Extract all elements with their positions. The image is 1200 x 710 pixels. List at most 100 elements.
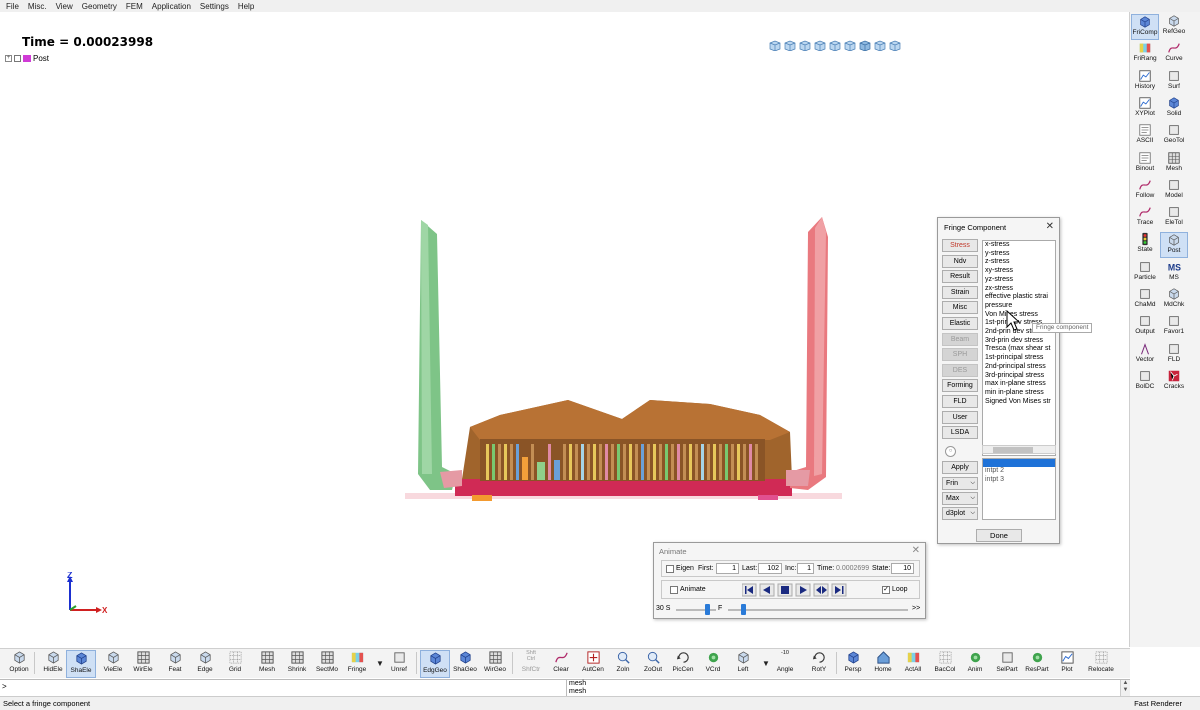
speed-slider-handle[interactable] xyxy=(705,604,710,615)
intpt-item[interactable]: intpt 3 xyxy=(983,476,1055,485)
toolbar-respart-button[interactable]: ResPart xyxy=(1022,650,1052,678)
command-input[interactable]: > xyxy=(2,682,562,693)
loop-checkbox[interactable]: ✓ xyxy=(882,586,890,594)
category-forming-button[interactable]: Forming xyxy=(942,379,978,393)
toolbar-anim-button[interactable]: Anim xyxy=(960,650,990,678)
toolbar-mdchk-button[interactable]: MdChk xyxy=(1160,287,1188,313)
toolbar-wirele-button[interactable]: WirEle xyxy=(128,650,158,678)
toolbar-relocate-button[interactable]: Relocate xyxy=(1086,650,1116,678)
component-list-item[interactable]: Tresca (max shear st xyxy=(983,345,1055,354)
category-user-button[interactable]: User xyxy=(942,410,978,424)
toolbar-sectmo-button[interactable]: SectMo xyxy=(312,650,342,678)
toolbar-follow-button[interactable]: Follow xyxy=(1131,178,1159,204)
toolbar-plot-button[interactable]: Plot xyxy=(1052,650,1082,678)
toolbar-vieele-button[interactable]: VieEle xyxy=(98,650,128,678)
toolbar-hidele-button[interactable]: HidEle xyxy=(38,650,68,678)
circle-icon[interactable]: ○ xyxy=(945,446,956,457)
toolbar-shageo-button[interactable]: ShaGeo xyxy=(450,650,480,678)
category-misc-button[interactable]: Misc xyxy=(942,301,978,315)
intpt-list[interactable]: intpt 2 intpt 3 xyxy=(982,458,1056,520)
step-back-icon[interactable] xyxy=(759,583,775,597)
component-list-item[interactable]: x-stress xyxy=(983,241,1055,250)
toolbar-favor1-button[interactable]: Favor1 xyxy=(1160,314,1188,340)
first-frame-icon[interactable] xyxy=(742,583,757,597)
menu-file[interactable]: File xyxy=(6,2,19,11)
source-select[interactable]: d3plot ⌵ xyxy=(942,507,978,520)
toolbar-grid-button[interactable]: Grid xyxy=(220,650,250,678)
frame-slider-handle[interactable] xyxy=(741,604,746,615)
play-icon[interactable] xyxy=(795,583,811,597)
close-icon[interactable]: ✕ xyxy=(1046,221,1054,232)
toolbar-particle-button[interactable]: Particle xyxy=(1131,260,1159,286)
menu-application[interactable]: Application xyxy=(152,2,191,11)
component-list-item[interactable]: 2nd-principal stress xyxy=(983,363,1055,372)
component-list-item[interactable]: zx-stress xyxy=(983,285,1055,294)
first-field[interactable]: 1 xyxy=(716,563,739,574)
toolbar-cracks-button[interactable]: Cracks xyxy=(1160,369,1188,395)
component-list-item[interactable]: max in-plane stress xyxy=(983,380,1055,389)
toolbar-fricomp-button[interactable]: FriComp xyxy=(1131,14,1159,40)
component-list-item[interactable]: y-stress xyxy=(983,250,1055,259)
toolbar-option-button[interactable]: Option xyxy=(4,650,34,678)
toolbar-vector-button[interactable]: Vector xyxy=(1131,342,1159,368)
toolbar-feat-button[interactable]: Feat xyxy=(160,650,190,678)
toolbar-angle-button[interactable]: -10 Angle xyxy=(770,650,800,678)
toolbar-trace-button[interactable]: Trace xyxy=(1131,205,1159,231)
category-fld-button[interactable]: FLD xyxy=(942,395,978,408)
toolbar-fringe-button[interactable]: Fringe xyxy=(342,650,372,678)
toolbar-piccen-button[interactable]: PicCen xyxy=(668,650,698,678)
category-stress-button[interactable]: Stress xyxy=(942,239,978,252)
menu-fem[interactable]: FEM xyxy=(126,2,143,11)
toolbar-actall-button[interactable]: ActAll xyxy=(898,650,928,678)
toolbar-solid-button[interactable]: Solid xyxy=(1160,96,1188,122)
toolbar-shrink-button[interactable]: Shrink xyxy=(282,650,312,678)
component-list-item[interactable]: min in-plane stress xyxy=(983,389,1055,398)
view-dropdown-icon[interactable]: ▼ xyxy=(762,659,770,668)
toolbar-post-button[interactable]: Post xyxy=(1160,232,1188,259)
toolbar-surf-button[interactable]: Surf xyxy=(1160,69,1188,95)
component-list-item[interactable]: xy-stress xyxy=(983,267,1055,276)
toolbar-history-button[interactable]: History xyxy=(1131,69,1159,95)
toolbar-home-button[interactable]: Home xyxy=(868,650,898,678)
intpt-item[interactable]: intpt 2 xyxy=(983,467,1055,476)
last-frame-icon[interactable] xyxy=(831,583,847,597)
category-lsda-button[interactable]: LSDA xyxy=(942,426,978,440)
toolbar-mesh-button[interactable]: Mesh xyxy=(252,650,282,678)
menu-view[interactable]: View xyxy=(56,2,73,11)
fringe-dropdown-icon[interactable]: ▼ xyxy=(376,659,384,668)
toolbar-chamd-button[interactable]: ChaMd xyxy=(1131,287,1159,313)
category-result-button[interactable]: Result xyxy=(942,270,978,284)
inc-field[interactable]: 1 xyxy=(797,563,814,574)
component-list[interactable]: x-stress y-stress z-stress xy-stress yz-stre… xyxy=(982,240,1056,456)
toolbar-eletol-button[interactable]: EleTol xyxy=(1160,205,1188,231)
toolbar-autcen-button[interactable]: AutCen xyxy=(578,650,608,678)
state-field[interactable]: 10 xyxy=(891,563,914,574)
eigen-checkbox[interactable] xyxy=(666,565,674,573)
toolbar-ms-button[interactable]: MS MS xyxy=(1160,260,1188,286)
apply-button[interactable]: Apply xyxy=(942,461,978,474)
fringe-type-select[interactable]: Frin ⌵ xyxy=(942,477,978,490)
component-list-item[interactable]: Signed Von Mises str xyxy=(983,398,1055,407)
toolbar-shfctr-button[interactable]: Shft Ctrl ShfCtr xyxy=(516,650,546,678)
bounce-icon[interactable] xyxy=(813,583,829,597)
done-button[interactable]: Done xyxy=(976,529,1022,542)
toolbar-zoout-button[interactable]: ZoOut xyxy=(638,650,668,678)
toolbar-fld-button[interactable]: FLD xyxy=(1160,342,1188,368)
category-strain-button[interactable]: Strain xyxy=(942,285,978,299)
toolbar-vcrd-button[interactable]: VCrd xyxy=(698,650,728,678)
toolbar-edggeo-button[interactable]: EdgGeo xyxy=(420,650,450,678)
menu-geometry[interactable]: Geometry xyxy=(82,2,117,11)
toolbar-xyplot-button[interactable]: XYPlot xyxy=(1131,96,1159,122)
max-select[interactable]: Max ⌵ xyxy=(942,492,978,505)
toolbar-unref-button[interactable]: Unref xyxy=(384,650,414,678)
component-list-item[interactable]: 1st-principal stress xyxy=(983,354,1055,363)
component-list-item[interactable]: 3rd-prin dev stress xyxy=(983,337,1055,346)
toolbar-wirgeo-button[interactable]: WirGeo xyxy=(480,650,510,678)
menu-help[interactable]: Help xyxy=(238,2,254,11)
toolbar-persp-button[interactable]: Persp xyxy=(838,650,868,678)
toolbar-baccol-button[interactable]: BacCol xyxy=(930,650,960,678)
stop-icon[interactable] xyxy=(777,583,793,597)
history-scrollbar[interactable]: ▲ ▼ xyxy=(1120,680,1130,696)
forward-label[interactable]: >> xyxy=(912,605,920,612)
component-list-item[interactable]: effective plastic strai xyxy=(983,293,1055,302)
